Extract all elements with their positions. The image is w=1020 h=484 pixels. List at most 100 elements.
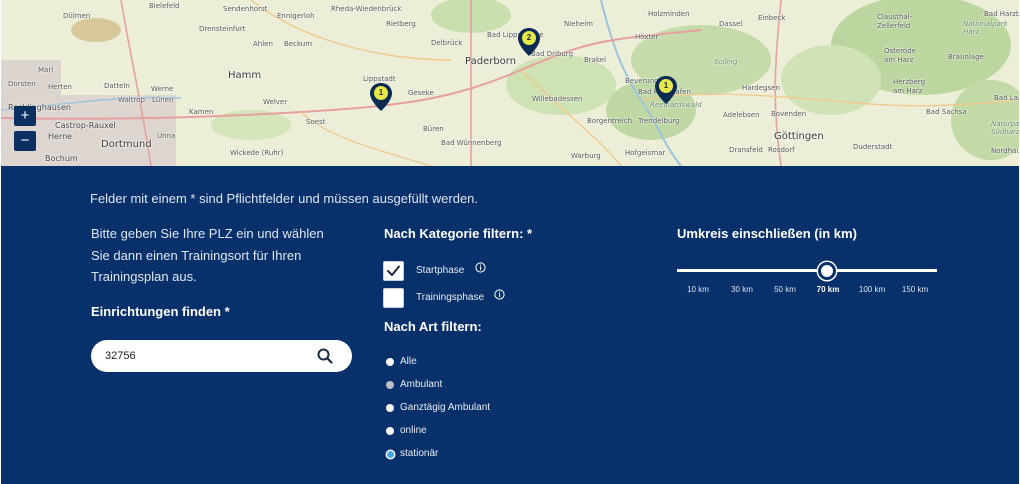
map-place-label: Rosdorf [768, 146, 795, 154]
search-box [91, 340, 352, 372]
checkbox-label-startphase: Startphase [416, 265, 465, 276]
required-fields-note: Felder mit einem * sind Pflichtfelder un… [90, 191, 479, 206]
map-place-label: Adelebsen [723, 111, 760, 119]
map-place-label: Dassel [719, 20, 743, 28]
map-place-label: Holzminden [648, 10, 690, 18]
map-place-label: Zellerfeld [877, 22, 911, 30]
radio-label-ambulant: Ambulant [400, 379, 443, 390]
map-place-label: Bochum [45, 154, 78, 163]
map-place-label: Rietberg [386, 20, 416, 28]
radio-label-ganztaegig-ambulant: Ganztägig Ambulant [400, 402, 491, 413]
map-place-label: Harz [963, 28, 980, 36]
map-marker[interactable]: 2 [517, 27, 541, 57]
checkmark-icon [387, 265, 400, 276]
map-place-label: Nieheim [564, 20, 593, 28]
radio-label-stationaer: stationär [400, 448, 439, 459]
postcode-search-input[interactable] [105, 340, 305, 372]
map-place-label: Beckum [284, 40, 313, 48]
checkbox-label-trainingsphase: Trainingsphase [416, 292, 485, 303]
map-place-label: Wickede (Ruhr) [230, 149, 284, 157]
map-place-label: Einbeck [758, 14, 786, 22]
map-place-label: Hamm [228, 70, 262, 81]
map-place-label: am Harz [893, 87, 923, 95]
intro-text-line-1: Bitte geben Sie Ihre PLZ ein und wählen [91, 226, 324, 241]
map-place-label: Südharz [991, 128, 1019, 136]
map-place-label: Solling [714, 58, 738, 66]
map-place-label: Braunlage [948, 53, 984, 61]
zoom-in-button[interactable]: + [14, 106, 36, 126]
map-place-label: Osterode [884, 47, 916, 55]
radius-heading: Umkreis einschließen (in km) [677, 226, 857, 241]
map-place-label: Castrop-Rauxel [55, 121, 116, 130]
radius-tick-150[interactable]: 150 km [895, 285, 935, 294]
find-facilities-heading: Einrichtungen finden * [91, 304, 230, 319]
map-place-label: Borgentreich [587, 117, 633, 125]
map-place-label: Bad Wünnenberg [441, 139, 502, 147]
map-place-label: Brakel [584, 56, 607, 64]
map-place-label: Waltrop [118, 96, 145, 104]
map-place-label: Bielefeld [149, 2, 180, 10]
map-marker[interactable]: 1 [654, 75, 678, 105]
radius-slider-track[interactable] [677, 269, 937, 272]
map-place-label: Geseke [408, 89, 434, 97]
intro-text-line-2: Sie dann einen Trainingsort für Ihren [91, 248, 302, 263]
map-place-label: Bad Harzburg [984, 10, 1019, 18]
map-place-label: Dransfeld [729, 146, 763, 154]
map-place-label: Hofgeismar [625, 149, 666, 157]
map-place-label: Marl [38, 66, 54, 74]
radius-tick-30[interactable]: 30 km [722, 285, 762, 294]
search-icon[interactable] [316, 347, 334, 365]
map-place-label: Bad Laasphe [994, 94, 1019, 102]
map-place-label: am Harz [884, 56, 914, 64]
map-marker[interactable]: 1 [369, 82, 393, 112]
map-place-label: Clausthal- [877, 13, 913, 21]
radius-tick-10[interactable]: 10 km [678, 285, 718, 294]
map-place-label: Nationalpark [963, 20, 1008, 28]
radio-alle[interactable] [386, 358, 394, 366]
map-place-label: Lünen [152, 96, 174, 104]
map-place-label: Herten [48, 83, 72, 91]
map-place-label: Dortmund [101, 139, 152, 150]
map-place-label: Werne [151, 85, 174, 93]
zoom-out-button[interactable]: − [14, 131, 36, 151]
radio-label-online: online [400, 425, 427, 436]
radio-stationaer[interactable] [386, 450, 394, 458]
info-icon[interactable] [475, 262, 486, 273]
info-icon[interactable] [494, 289, 505, 300]
map-marker-count: 2 [526, 33, 532, 42]
map-basemap [1, 0, 1019, 166]
category-filter-heading: Nach Kategorie filtern: * [384, 226, 533, 241]
map-marker-count: 1 [663, 81, 669, 90]
map-place-label: Büren [423, 125, 444, 133]
map-place-label: Nordhau- [991, 147, 1019, 155]
map-marker-count: 1 [378, 88, 384, 97]
map[interactable]: Bielefeld Sendenhorst Ennigerloh Rheda-Wied… [1, 0, 1019, 166]
map-place-label: Sendenhorst [223, 5, 268, 13]
radius-slider-thumb[interactable] [818, 262, 836, 280]
map-place-label: Warburg [571, 152, 601, 160]
radio-ganztaegig-ambulant[interactable] [386, 404, 394, 412]
radio-online[interactable] [386, 427, 394, 435]
map-place-label: Duderstadt [853, 143, 893, 151]
radius-tick-50[interactable]: 50 km [765, 285, 805, 294]
map-place-label: Welver [263, 98, 288, 106]
map-place-label: Paderborn [465, 56, 517, 67]
checkbox-startphase[interactable] [383, 261, 404, 281]
map-place-label: Kamen [189, 108, 214, 116]
map-place-label: Trendelburg [638, 117, 680, 125]
type-filter-heading: Nach Art filtern: [384, 319, 482, 334]
map-place-label: Ennigerloh [277, 12, 315, 20]
map-place-label: Rheda-Wiedenbrück [331, 5, 402, 13]
map-place-label: Herne [48, 132, 73, 141]
map-place-label: Willebadessen [532, 95, 583, 103]
radius-tick-70[interactable]: 70 km [808, 285, 848, 294]
map-place-label: Göttingen [774, 131, 824, 142]
map-place-label: Delbrück [431, 39, 463, 47]
map-place-label: Dorsten [8, 80, 36, 88]
radio-ambulant[interactable] [386, 381, 394, 389]
map-place-label: Ahlen [253, 40, 273, 48]
map-place-label: Hardegsen [742, 84, 780, 92]
checkbox-trainingsphase[interactable] [383, 288, 404, 308]
map-place-label: Bad Sachsa [926, 108, 967, 116]
radius-tick-100[interactable]: 100 km [852, 285, 892, 294]
